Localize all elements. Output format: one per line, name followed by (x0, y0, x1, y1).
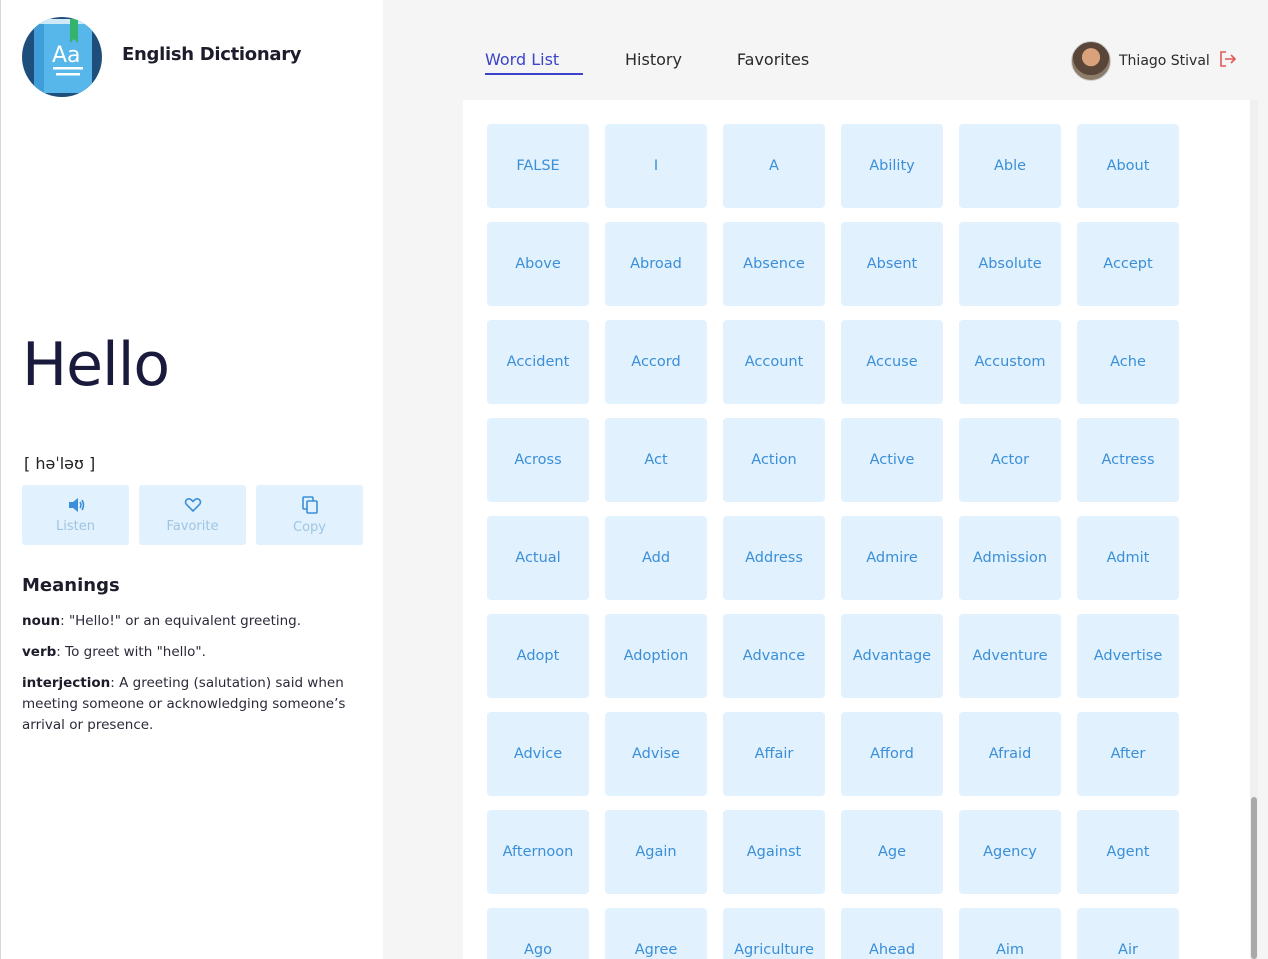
word-tile[interactable]: Able (959, 124, 1061, 208)
selected-word: Hello (22, 330, 170, 400)
word-tile[interactable]: Accept (1077, 222, 1179, 306)
meaning-item: noun: "Hello!" or an equivalent greeting… (22, 611, 367, 632)
meaning-pos: interjection (22, 675, 111, 691)
word-tile[interactable]: Adopt (487, 614, 589, 698)
heart-icon (184, 497, 202, 513)
tab-history[interactable]: History (625, 50, 682, 75)
scrollbar-thumb[interactable] (1251, 797, 1257, 959)
word-tile[interactable]: Against (723, 810, 825, 894)
word-tile[interactable]: A (723, 124, 825, 208)
svg-text:Aa: Aa (52, 43, 81, 68)
meaning-item: interjection: A greeting (salutation) sa… (22, 673, 367, 736)
word-tile[interactable]: Actor (959, 418, 1061, 502)
word-tile[interactable]: Agree (605, 908, 707, 959)
word-tile[interactable]: After (1077, 712, 1179, 796)
meaning-text: : "Hello!" or an equivalent greeting. (60, 613, 302, 629)
app-title: English Dictionary (122, 44, 302, 65)
listen-label: Listen (56, 518, 95, 534)
word-tile[interactable]: Accuse (841, 320, 943, 404)
word-tile[interactable]: FALSE (487, 124, 589, 208)
word-detail-panel: Aa English Dictionary Hello [ həˈləʊ ] L… (0, 0, 383, 959)
main-tabs: Word List History Favorites (485, 50, 809, 75)
word-tile[interactable]: Agency (959, 810, 1061, 894)
word-tile[interactable]: Advice (487, 712, 589, 796)
word-tile[interactable]: Action (723, 418, 825, 502)
word-tile[interactable]: Actress (1077, 418, 1179, 502)
meanings-list: noun: "Hello!" or an equivalent greeting… (22, 611, 367, 746)
word-tile[interactable]: Active (841, 418, 943, 502)
word-tile[interactable]: Ago (487, 908, 589, 959)
word-tile[interactable]: Afford (841, 712, 943, 796)
word-tile[interactable]: Agent (1077, 810, 1179, 894)
tab-spacer (682, 50, 737, 75)
word-tile[interactable]: Advantage (841, 614, 943, 698)
word-tile[interactable]: Advance (723, 614, 825, 698)
word-tile[interactable]: Ahead (841, 908, 943, 959)
word-tile[interactable]: About (1077, 124, 1179, 208)
word-tile[interactable]: Admit (1077, 516, 1179, 600)
word-tile[interactable]: Advise (605, 712, 707, 796)
word-tile[interactable]: Add (605, 516, 707, 600)
word-tile[interactable]: Across (487, 418, 589, 502)
word-tile[interactable]: Aim (959, 908, 1061, 959)
speaker-icon (67, 497, 85, 513)
word-tile[interactable]: Accustom (959, 320, 1061, 404)
favorite-label: Favorite (166, 518, 219, 534)
word-tile[interactable]: Afternoon (487, 810, 589, 894)
user-name: Thiago Stival (1119, 53, 1210, 69)
word-tile[interactable]: Account (723, 320, 825, 404)
word-tile[interactable]: Admission (959, 516, 1061, 600)
word-tile[interactable]: Agriculture (723, 908, 825, 959)
tab-spacer (583, 50, 625, 75)
word-tile[interactable]: Above (487, 222, 589, 306)
word-tile[interactable]: Abroad (605, 222, 707, 306)
word-list-panel: FALSE I A Ability Able About Above Abroad Absenc… (463, 100, 1258, 959)
word-tile[interactable]: Admire (841, 516, 943, 600)
meanings-heading: Meanings (22, 575, 120, 596)
copy-icon (301, 495, 318, 514)
meaning-pos: verb (22, 644, 57, 660)
word-actions: Listen Favorite Copy (22, 485, 363, 545)
word-tile[interactable]: Actual (487, 516, 589, 600)
favorite-button[interactable]: Favorite (139, 485, 246, 545)
word-tile[interactable]: Act (605, 418, 707, 502)
word-tile[interactable]: Ache (1077, 320, 1179, 404)
word-grid: FALSE I A Ability Able About Above Abroad Absenc… (487, 124, 1179, 959)
word-tile[interactable]: Absence (723, 222, 825, 306)
word-tile[interactable]: Accident (487, 320, 589, 404)
meaning-pos: noun (22, 613, 61, 629)
meaning-text: : To greet with "hello". (56, 644, 206, 660)
user-menu: Thiago Stival (1071, 41, 1237, 81)
word-tile[interactable]: Age (841, 810, 943, 894)
avatar[interactable] (1071, 41, 1111, 81)
phonetic-text: [ həˈləʊ ] (24, 454, 96, 473)
word-tile[interactable]: Absent (841, 222, 943, 306)
copy-label: Copy (293, 519, 326, 535)
dictionary-book-icon: Aa (22, 17, 102, 97)
word-tile[interactable]: Adventure (959, 614, 1061, 698)
meaning-item: verb: To greet with "hello". (22, 642, 367, 663)
word-tile[interactable]: I (605, 124, 707, 208)
word-tile[interactable]: Afraid (959, 712, 1061, 796)
word-tile[interactable]: Air (1077, 908, 1179, 959)
scrollbar[interactable] (1250, 100, 1258, 959)
tab-favorites[interactable]: Favorites (737, 50, 809, 75)
logout-icon[interactable] (1219, 51, 1237, 71)
word-tile[interactable]: Adoption (605, 614, 707, 698)
listen-button[interactable]: Listen (22, 485, 129, 545)
word-tile[interactable]: Absolute (959, 222, 1061, 306)
tab-word-list[interactable]: Word List (485, 50, 583, 75)
word-tile[interactable]: Again (605, 810, 707, 894)
word-tile[interactable]: Advertise (1077, 614, 1179, 698)
word-tile[interactable]: Address (723, 516, 825, 600)
copy-button[interactable]: Copy (256, 485, 363, 545)
word-tile[interactable]: Accord (605, 320, 707, 404)
word-tile[interactable]: Affair (723, 712, 825, 796)
word-tile[interactable]: Ability (841, 124, 943, 208)
